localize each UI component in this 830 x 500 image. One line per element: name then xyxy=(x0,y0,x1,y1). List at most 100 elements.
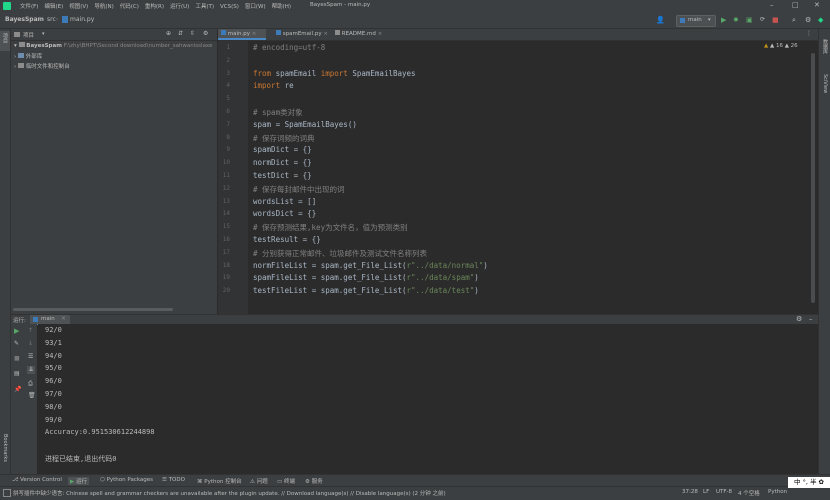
coverage-icon[interactable]: ▣ xyxy=(746,16,753,24)
inspection-counts: ▲ 16 ▲ 26 xyxy=(769,43,798,49)
breadcrumb-file[interactable]: main.py xyxy=(70,16,94,23)
minimize-icon[interactable]: – xyxy=(770,1,774,9)
close-icon[interactable]: × xyxy=(378,31,383,37)
search-icon[interactable]: ⌕ xyxy=(792,16,796,25)
wrench-icon[interactable]: ✎ xyxy=(14,340,19,347)
tool-window-button[interactable]: ▭ 终端 xyxy=(277,477,295,485)
horizontal-scrollbar[interactable] xyxy=(13,308,173,311)
close-icon[interactable]: × xyxy=(252,31,257,37)
hide-panel-icon[interactable]: – xyxy=(809,315,813,323)
debug-icon[interactable]: ✹ xyxy=(733,16,739,24)
database-tool-label[interactable]: 数据库 xyxy=(822,39,829,54)
stop-square-icon[interactable]: ■ xyxy=(772,16,779,24)
gear-icon[interactable]: ⚙ xyxy=(796,315,802,323)
scroll-to-end-icon[interactable]: ⇊ xyxy=(27,366,35,374)
caret-position[interactable]: 37:28 xyxy=(682,489,698,495)
stop-icon[interactable]: ⟳ xyxy=(760,16,765,23)
services-icon: ⚙ xyxy=(305,479,312,485)
down-arrow-icon[interactable]: ↓ xyxy=(28,340,33,347)
collapse-all-icon[interactable]: ⇵ xyxy=(178,30,183,37)
code-token: spamFileList = spam.get_File_List( xyxy=(253,273,407,283)
tree-item-scratches[interactable]: › 临时文件和控制台 xyxy=(14,62,70,70)
ide-logo-icon[interactable]: ◆ xyxy=(818,16,823,24)
app-logo-icon[interactable] xyxy=(3,2,11,10)
code-token: re xyxy=(284,81,294,91)
menu-item[interactable]: 视图(V) xyxy=(69,4,88,10)
indent-setting[interactable]: 4 个空格 xyxy=(738,489,760,497)
python-file-icon xyxy=(33,317,38,322)
line-separator[interactable]: LF xyxy=(703,489,709,495)
bookmarks-tool-label[interactable]: Bookmarks xyxy=(2,434,8,462)
tool-window-button[interactable]: ⌘ Python 控制台 xyxy=(197,477,242,485)
tab-readme-md[interactable]: README.md × xyxy=(332,29,385,40)
main-menu: 文件(F) 编辑(E) 视图(V) 导航(N) 代码(C) 重构(R) 运行(U) 工具(T)… xyxy=(20,2,297,10)
breadcrumb-src[interactable]: src xyxy=(47,16,56,23)
tree-item-external-libs[interactable]: › 外部库 xyxy=(14,52,42,60)
code-token: ) xyxy=(483,260,488,270)
inspection-widget[interactable]: ▲ ▲ 16 ▲ 26 xyxy=(764,43,798,49)
menu-item[interactable]: 运行(U) xyxy=(170,4,189,10)
tool-window-button[interactable]: ☰ TODO xyxy=(162,477,185,483)
expand-all-icon[interactable]: ⇳ xyxy=(190,30,195,37)
menu-item[interactable]: 代码(C) xyxy=(120,4,139,10)
run-config-selector[interactable]: main ▾ xyxy=(676,15,716,27)
line-number: 4 xyxy=(226,82,230,90)
tool-window-button[interactable]: ⎇ Version Control xyxy=(12,477,62,483)
menu-item[interactable]: 重构(R) xyxy=(145,4,164,10)
pin-icon[interactable]: 📌 xyxy=(14,386,21,393)
tree-item-root[interactable]: ▾ BayesSpam F:\zhy\BHPT\Second download\… xyxy=(14,42,212,49)
up-arrow-icon[interactable]: ↑ xyxy=(28,327,33,334)
user-icon[interactable]: 👤 xyxy=(656,16,665,24)
soft-wrap-icon[interactable]: ☰ xyxy=(28,353,33,360)
tool-window-button[interactable]: ⚙ 服务 xyxy=(305,477,323,485)
code-token: import xyxy=(320,68,353,78)
maximize-icon[interactable]: □ xyxy=(792,1,799,9)
gear-icon[interactable]: ⚙ xyxy=(805,16,811,24)
status-message[interactable]: 拼写插件中缺少语言: Chinese spell and grammar che… xyxy=(13,489,446,497)
event-icon[interactable] xyxy=(3,489,11,497)
close-icon[interactable]: × xyxy=(323,31,328,37)
locate-icon[interactable]: ⊕ xyxy=(166,30,171,37)
menu-item[interactable]: 帮助(H) xyxy=(272,4,291,10)
tool-window-button[interactable]: ⬡ Python Packages xyxy=(100,477,153,483)
vertical-scrollbar[interactable] xyxy=(811,53,815,303)
file-encoding[interactable]: UTF-8 xyxy=(716,489,732,495)
ime-indicator[interactable]: 中 °, 半 ✿ xyxy=(788,477,830,488)
menu-item[interactable]: 工具(T) xyxy=(195,4,214,10)
rerun-icon[interactable]: ▶ xyxy=(14,327,19,335)
gear-icon[interactable]: ⚙ xyxy=(203,30,208,37)
line-number: 2 xyxy=(226,56,230,64)
layout-icon[interactable]: ▤ xyxy=(14,370,20,377)
console-output[interactable]: 92/0 93/1 94/0 95/0 96/0 97/0 98/0 99/0 Accuracy… xyxy=(38,324,818,474)
console-line: 96/0 xyxy=(45,377,62,386)
sciview-tool-label[interactable]: SciView xyxy=(822,74,828,93)
tab-main-py[interactable]: main.py × xyxy=(218,29,266,40)
left-tool-stripe: 项目 结构 Bookmarks xyxy=(0,29,15,483)
menu-item[interactable]: 导航(N) xyxy=(94,4,113,10)
line-number: 15 xyxy=(222,223,230,231)
print-icon[interactable]: ⎙ xyxy=(28,380,33,388)
tool-window-label: 问题 xyxy=(256,479,268,485)
tool-window-button[interactable]: ▶ 运行 xyxy=(68,477,89,485)
menu-item[interactable]: 文件(F) xyxy=(20,4,38,10)
interpreter[interactable]: Python xyxy=(768,489,787,495)
tool-window-button[interactable]: ⚠ 问题 xyxy=(250,477,268,485)
more-tabs-icon[interactable]: ⋮ xyxy=(806,30,812,37)
close-icon[interactable]: × xyxy=(61,315,66,322)
code-token: spam = SpamEmailBayes() xyxy=(253,119,357,129)
code-line: spamDict = {} xyxy=(253,145,312,154)
menu-item[interactable]: 编辑(E) xyxy=(44,4,63,10)
tab-spamemail-py[interactable]: spamEmail.py × xyxy=(273,29,331,40)
menu-item[interactable]: 窗口(W) xyxy=(245,4,266,10)
tool-window-label: Python Packages xyxy=(106,477,154,483)
menu-item[interactable]: VCS(S) xyxy=(220,4,239,10)
close-icon[interactable]: ✕ xyxy=(814,1,820,9)
stop-icon[interactable]: ■ xyxy=(14,355,20,362)
chevron-down-icon[interactable]: ▾ xyxy=(42,31,45,37)
trash-icon[interactable]: 🗑 xyxy=(28,392,36,399)
run-icon[interactable]: ▶ xyxy=(721,16,726,24)
project-tool-label[interactable]: 项目 xyxy=(2,33,9,43)
project-root-name: BayesSpam xyxy=(26,43,62,49)
project-view-label[interactable]: 项目 xyxy=(23,31,34,39)
console-line: 97/0 xyxy=(45,390,62,398)
